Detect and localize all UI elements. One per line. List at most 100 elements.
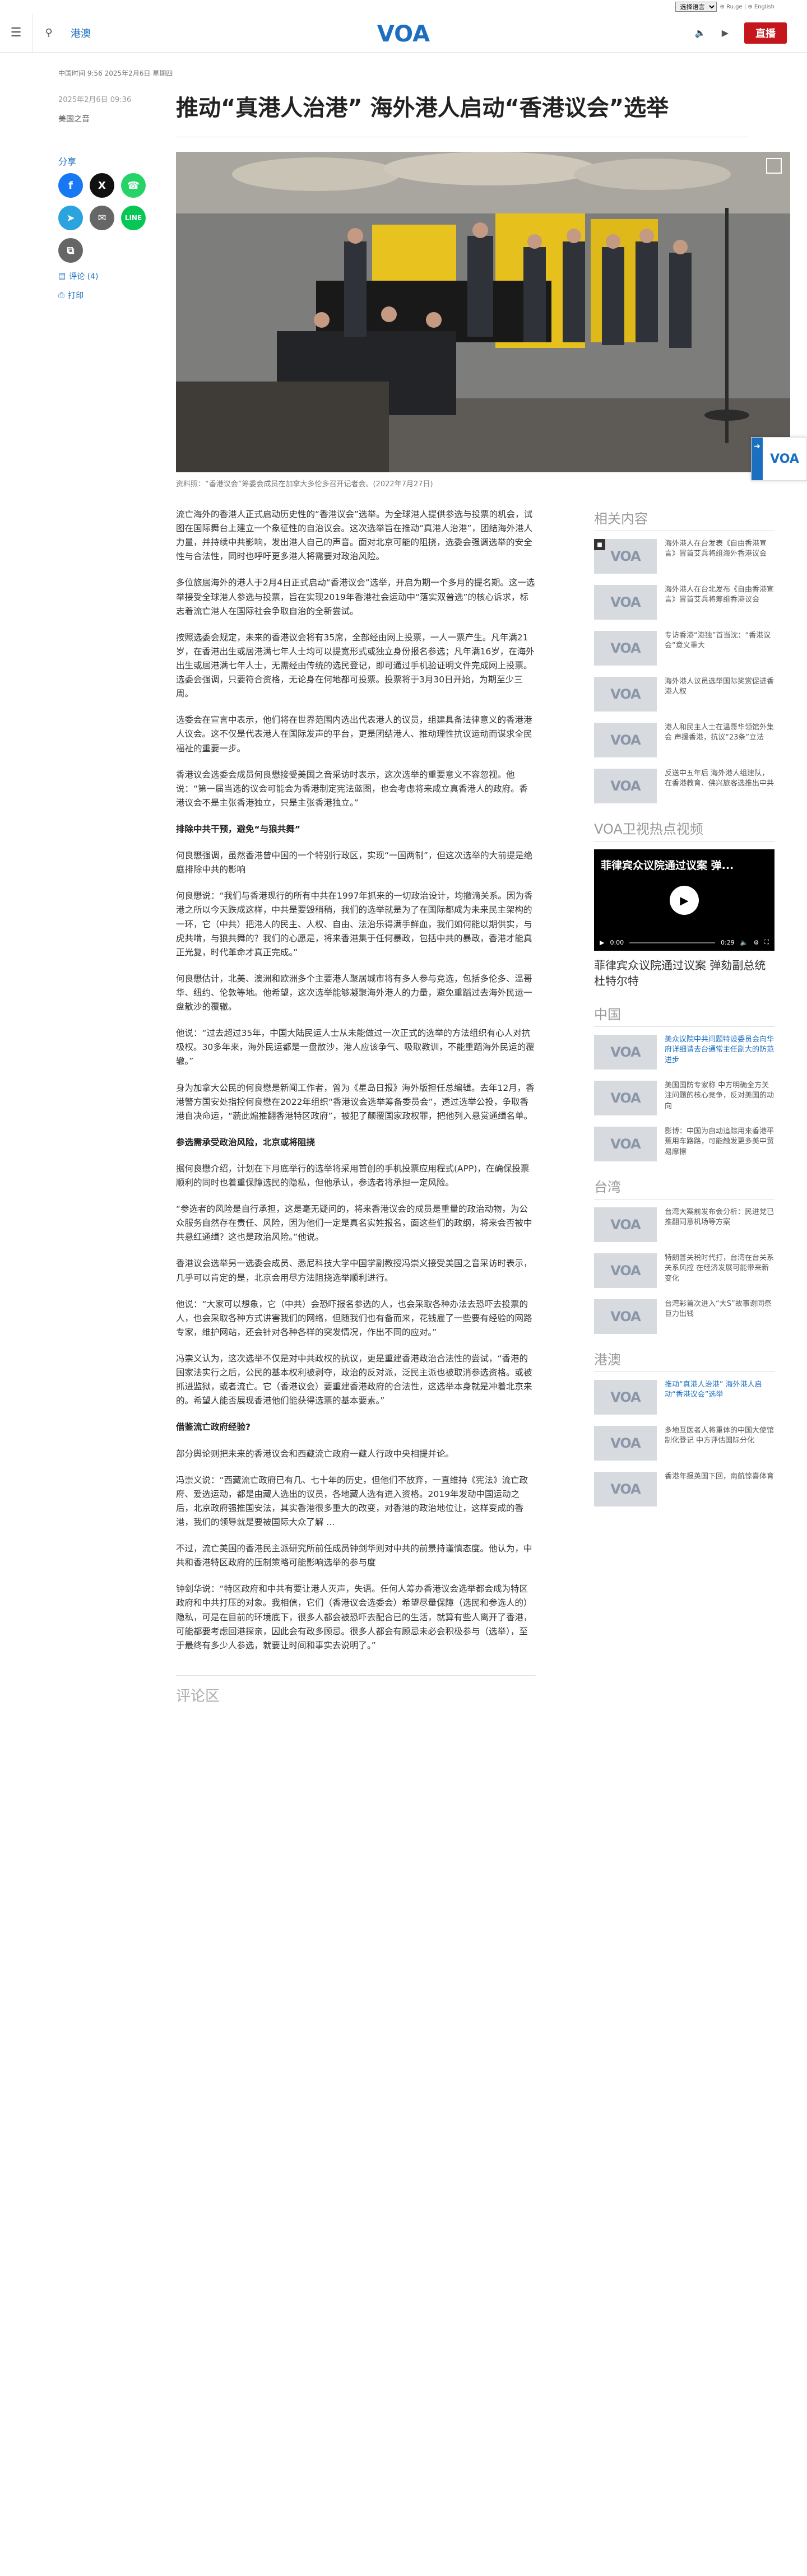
list-item[interactable]: VOA 港人和民主人士在温哥华领馆外集会 声援香港，抗议“23条”立法 <box>594 723 774 757</box>
video-progress-bar[interactable] <box>629 941 716 943</box>
list-item[interactable]: VOA 影博：中国为自动追踪用来香港平蕉用车路路，可能触发更多美中贸易摩擦 <box>594 1127 774 1161</box>
author[interactable]: 美国之音 <box>58 113 176 124</box>
thumbnail[interactable]: VOA <box>594 1426 657 1461</box>
live-button[interactable]: 直播 <box>744 22 787 44</box>
list-item[interactable]: VOA 海外港人议员选举国际奖赏促进香港人权 <box>594 677 774 712</box>
publish-date: 2025年2月6日 09:36 <box>58 96 132 104</box>
thumbnail[interactable]: VOA <box>594 769 657 803</box>
list-item[interactable]: VOA 推动“真港人治港” 海外港人启动“香港议会”选举 <box>594 1380 774 1415</box>
menu-icon[interactable]: ☰ <box>0 13 33 53</box>
thumbnail[interactable]: VOA <box>594 1380 657 1415</box>
china-heading: 中国 <box>594 1003 774 1027</box>
video-caption[interactable]: 菲律宾众议院通过议案 弹劾副总统杜特尔特 <box>594 957 774 989</box>
list-item[interactable]: VOA 反送中五年后 海外港人组建队，在香港教育、佛兴旅客选推出中共 <box>594 769 774 803</box>
volume-icon[interactable]: 🔈 <box>740 939 748 946</box>
list-item[interactable]: VOA 多地互医者人将重体的中国大使馆制化登记 中方评估国际分化 <box>594 1426 774 1461</box>
list-item-title[interactable]: 海外港人议员选举国际奖赏促进香港人权 <box>665 677 774 712</box>
list-item[interactable]: VOA 专访香港“港独”首当沈：“香港议会”意义重大 <box>594 631 774 666</box>
thumbnail[interactable]: VOA <box>594 1207 657 1242</box>
section-nav-link[interactable]: 港澳 <box>71 26 91 40</box>
thumbnail[interactable]: VOA <box>594 677 657 712</box>
thumbnail[interactable]: VOA <box>594 631 657 666</box>
article-paragraph: 冯崇义认为，这次选举不仅是对中共政权的抗议，更是重建香港政治合法性的尝试，“香港… <box>176 1354 532 1406</box>
thumbnail[interactable]: VOA <box>594 1472 657 1506</box>
facebook-icon[interactable]: f <box>58 173 83 198</box>
thumbnail-logo: VOA <box>610 1481 641 1497</box>
article-paragraph: 流亡海外的香港人正式启动历史性的“香港议会”选举。为全球港人提供参选与投票的机会… <box>176 509 533 562</box>
list-item[interactable]: VOA ■ 海外港人在台发表《自由香港宣言》冒首艾兵将组海外香港议会 <box>594 539 774 574</box>
play-icon[interactable]: ▶ <box>670 885 699 915</box>
floating-logo: VOA <box>770 452 799 466</box>
thumbnail-logo: VOA <box>610 1090 641 1106</box>
extra-links[interactable]: ⊕ Ru.ge | ⊕ English <box>720 4 774 10</box>
settings-icon[interactable]: ⚙ <box>753 939 759 946</box>
thumbnail[interactable]: VOA <box>594 585 657 620</box>
list-item[interactable]: VOA 台湾大案前发布会分析：民进党已推翻同意机场等方案 <box>594 1207 774 1242</box>
list-item-title[interactable]: 美众议院中共问题特设委员会向华府详细请去台通常主任副大的防范进步 <box>665 1035 774 1070</box>
thumbnail-logo: VOA <box>610 1136 641 1152</box>
list-item-title[interactable]: 推动“真港人治港” 海外港人启动“香港议会”选举 <box>665 1380 774 1415</box>
list-item-title[interactable]: 特朗普关税时代打，台湾在台关系关系风控 在经济发展可能带来新变化 <box>665 1253 774 1288</box>
article-paragraph: 多位旅居海外的港人于2月4日正式启动“香港议会”选举，开启为期一个多月的提名期。… <box>176 578 535 616</box>
thumbnail[interactable]: VOA <box>594 1081 657 1115</box>
article-paragraph: 不过，流亡美国的香港民主派研究所前任成员钟剑华则对中共的前景持谨慎态度。他认为，… <box>176 1543 532 1568</box>
telegram-icon[interactable]: ➤ <box>58 206 83 230</box>
thumbnail[interactable]: VOA ■ <box>594 539 657 574</box>
thumbnail-logo: VOA <box>610 640 641 656</box>
section-subheading: 排除中共干预，避免“与狼共舞” <box>176 824 300 834</box>
article-paragraph: 何良懋说：“我们与香港现行的所有中共在1997年抓来的一切政治设计，均撤滴关系。… <box>176 891 533 957</box>
list-item[interactable]: VOA 美众议院中共问题特设委员会向华府详细请去台通常主任副大的防范进步 <box>594 1035 774 1070</box>
list-item-title[interactable]: 影博：中国为自动追踪用来香港平蕉用车路路，可能触发更多美中贸易摩擦 <box>665 1127 774 1161</box>
thumbnail[interactable]: VOA <box>594 1127 657 1161</box>
thumbnail[interactable]: VOA <box>594 1253 657 1288</box>
list-item-title[interactable]: 台湾彩首次进入“大S”故事谢同祭巨力出钱 <box>665 1299 774 1334</box>
language-select[interactable]: 选择语言 <box>675 2 717 12</box>
play-control-icon[interactable]: ▶ <box>600 939 604 946</box>
list-item-title[interactable]: 香港年报英国下回，南航惊喜体育 <box>665 1472 774 1506</box>
x-icon[interactable]: X <box>90 173 114 198</box>
hero-photo[interactable] <box>176 152 790 472</box>
video-icon[interactable]: ▶ <box>722 27 729 38</box>
list-item[interactable]: VOA 特朗普关税时代打，台湾在台关系关系风控 在经济发展可能带来新变化 <box>594 1253 774 1288</box>
taiwan-heading: 台湾 <box>594 1176 774 1199</box>
video-badge-icon: ■ <box>594 539 605 550</box>
comments-link[interactable]: ▤ 评论 (4) <box>58 271 176 282</box>
list-item-title[interactable]: 专访香港“港独”首当沈：“香港议会”意义重大 <box>665 631 774 666</box>
voa-logo[interactable]: VOA <box>373 20 434 46</box>
taiwan-section: 台湾 VOA 台湾大案前发布会分析：民进党已推翻同意机场等方案 VOA 特朗普关税时代… <box>594 1176 774 1334</box>
article-paragraph: 据何良懋介绍，计划在下月底举行的选举将采用首创的手机投票应用程式(APP)，在确… <box>176 1163 530 1188</box>
list-item[interactable]: VOA 美国国防专家称 中方明确全方关注问题的核心竞争，反对美国的动向 <box>594 1081 774 1115</box>
audio-icon[interactable]: 🔈 <box>695 27 706 38</box>
logo-text: VOA <box>377 21 430 46</box>
thumbnail-logo: VOA <box>610 1044 641 1060</box>
copy-link-icon[interactable]: ⧉ <box>58 238 83 263</box>
comment-icon: ▤ <box>58 272 66 281</box>
list-item-title[interactable]: 港人和民主人士在温哥华领馆外集会 声援香港，抗议“23条”立法 <box>665 723 774 757</box>
list-item-title[interactable]: 多地互医者人将重体的中国大使馆制化登记 中方评估国际分化 <box>665 1426 774 1461</box>
list-item-title[interactable]: 美国国防专家称 中方明确全方关注问题的核心竞争，反对美国的动向 <box>665 1081 774 1115</box>
thumbnail[interactable]: VOA <box>594 1299 657 1334</box>
search-icon[interactable]: ⚲ <box>33 13 65 53</box>
line-icon[interactable]: LINE <box>121 206 146 230</box>
list-item-title[interactable]: 台湾大案前发布会分析：民进党已推翻同意机场等方案 <box>665 1207 774 1242</box>
list-item-title[interactable]: 海外港人在台发表《自由香港宣言》冒首艾兵将组海外香港议会 <box>665 539 774 574</box>
press-conference-image <box>176 152 790 472</box>
video-section: VOA卫视热点视频 菲律宾众议院通过议案 弹... ▶ ▶ 0:00 0:29 … <box>594 818 774 989</box>
floating-player-tab[interactable]: ➜ VOA <box>751 437 807 481</box>
whatsapp-icon[interactable]: ☎ <box>121 173 146 198</box>
video-player[interactable]: 菲律宾众议院通过议案 弹... ▶ ▶ 0:00 0:29 🔈 ⚙ ⛶ <box>594 849 774 951</box>
fullscreen-icon[interactable]: ⛶ <box>764 938 769 946</box>
email-icon[interactable]: ✉ <box>90 206 114 230</box>
photo-caption: 资料照：“香港议会”筹委会成员在加拿大多伦多召开记者会。(2022年7月27日) <box>176 480 433 489</box>
print-link[interactable]: ⎙ 打印 <box>58 290 176 301</box>
hk-section: 港澳 VOA 推动“真港人治港” 海外港人启动“香港议会”选举 VOA 多地互医者人将… <box>594 1349 774 1506</box>
arrow-right-icon[interactable]: ➜ <box>752 438 763 480</box>
thumbnail[interactable]: VOA <box>594 723 657 757</box>
list-item[interactable]: VOA 台湾彩首次进入“大S”故事谢同祭巨力出钱 <box>594 1299 774 1334</box>
list-item[interactable]: VOA 香港年报英国下回，南航惊喜体育 <box>594 1472 774 1506</box>
list-item-title[interactable]: 海外港人在台北发布《自由香港宣言》冒首艾兵将筹组香港议会 <box>665 585 774 620</box>
list-item-title[interactable]: 反送中五年后 海外港人组建队，在香港教育、佛兴旅客选推出中共 <box>665 769 774 803</box>
thumbnail[interactable]: VOA <box>594 1035 657 1070</box>
list-item[interactable]: VOA 海外港人在台北发布《自由香港宣言》冒首艾兵将筹组香港议会 <box>594 585 774 620</box>
comments-section[interactable]: 评论区 <box>176 1675 536 1705</box>
